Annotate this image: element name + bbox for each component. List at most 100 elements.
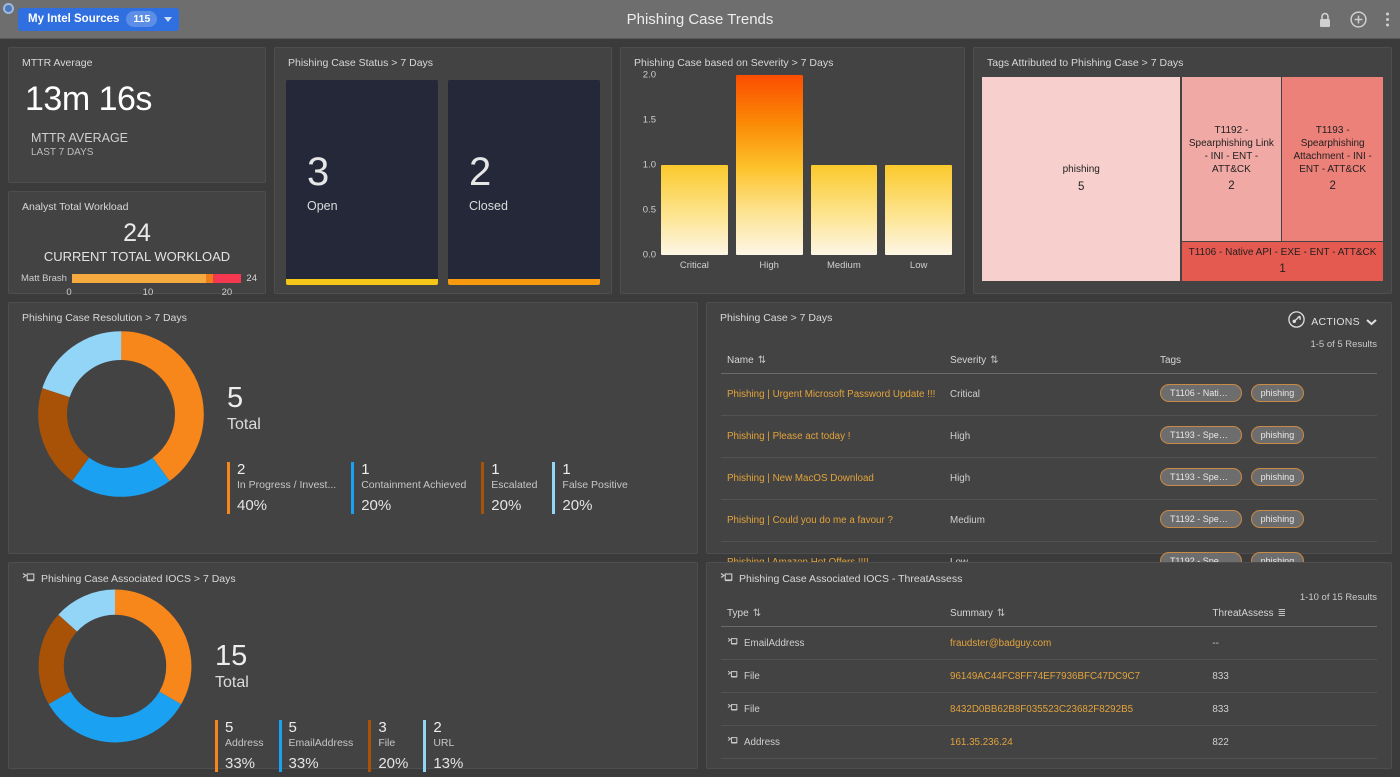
treemap-cell-t1193[interactable]: T1193 - Spearphishing Attachment - INI -… [1282,77,1383,242]
col-header-threatassess-label: ThreatAssess [1212,608,1274,619]
col-header-tags-label: Tags [1159,355,1182,366]
iocs-legend-item-2[interactable]: 3 File 20% [368,720,408,772]
phishing-case-table-panel: Phishing Case > 7 Days ACTIONS 1-5 of 5 … [706,302,1392,584]
workload-bar-segment-c [212,274,242,283]
resolution-legend-item-2[interactable]: 1 Escalated 20% [481,462,537,514]
treemap-cell-t1192[interactable]: T1192 - Spearphishing Link - INI - ENT -… [1182,77,1281,242]
indicator-icon [727,637,738,649]
table-row[interactable]: Address 161.35.236.24 822 [721,725,1377,759]
severity-bar-wrap-critical[interactable] [661,75,728,255]
tag-pill[interactable]: T1193 - Spearphi... [1159,468,1242,486]
ioc-summary-link[interactable]: 8432D0BB62B8F035523C23682F8292B5 [950,704,1133,715]
iocs-legend-item-1[interactable]: 5 EmailAddress 33% [278,719,354,772]
resolution-legend-item-1[interactable]: 1 Containment Achieved 20% [351,462,466,514]
resolution-legend-name-1: Containment Achieved [361,479,467,491]
resolution-legend-name-0: In Progress / Invest... [237,479,337,491]
severity-xtick-high: High [759,260,779,271]
col-header-name[interactable]: Name ⇅ [721,350,945,374]
resolution-legend-pct-0: 40% [237,497,268,514]
tag-pill[interactable]: phishing [1250,510,1305,528]
sort-icon: ⇅ [757,355,767,366]
table-row[interactable]: File 8432D0BB62B8F035523C23682F8292B5 83… [721,692,1377,726]
table-row[interactable]: URI https://web8874.web07.bero-webspace.… [721,758,1377,768]
actions-button[interactable]: ACTIONS [1288,303,1391,333]
iocs-donut-chart[interactable] [31,582,199,750]
iocs-legend-count-2: 3 [378,719,387,736]
ioc-summary-cell: fraudster@badguy.com [944,626,1207,660]
iocs-body: 15 Total 5 Address 33% 5 EmailAddress 33… [9,586,697,772]
resolution-legend-item-3[interactable]: 1 False Positive 20% [552,462,628,514]
page-title: Phishing Case Trends [626,11,774,28]
tag-pill[interactable]: T1193 - Spearphi... [1159,426,1242,444]
table-row[interactable]: Phishing | Please act today ! High T1193… [721,415,1377,458]
resolution-donut-chart[interactable] [31,324,211,504]
intel-sources-selector[interactable]: My Intel Sources 115 [18,7,180,31]
severity-xtick-low: Low [909,260,928,271]
severity-ytick-0: 0.0 [642,249,656,261]
col-header-severity[interactable]: Severity ⇅ [944,350,1154,374]
more-vertical-icon[interactable] [1385,11,1390,28]
col-header-name-label: Name [727,355,754,366]
iocs-legend-count-1: 5 [288,719,297,736]
workload-bar-segment-b [205,274,213,283]
case-name-link[interactable]: Phishing | Could you do me a favour ? [727,515,893,526]
iocs-legend-item-0[interactable]: 5 Address 33% [215,720,264,772]
ioc-summary-link[interactable]: 161.35.236.24 [950,737,1013,748]
table-row[interactable]: Phishing | New MacOS Download High T1193… [721,457,1377,500]
resolution-legend-item-0[interactable]: 2 In Progress / Invest... 40% [227,462,336,514]
tag-pill[interactable]: T1192 - Spearphi... [1159,510,1242,528]
ioc-summary-link[interactable]: 96149AC44FC8FF74EF7936BFC47DC9C7 [950,671,1140,682]
case-name-link[interactable]: Phishing | New MacOS Download [727,473,874,484]
treemap-cell-t1106[interactable]: T1106 - Native API - EXE - ENT - ATT&CK … [1182,242,1383,281]
dashboard-row-3: Phishing Case Associated IOCS > 7 Days 1… [8,562,1392,772]
severity-y-axis: 0.0 0.5 1.0 1.5 2.0 [631,70,659,261]
tag-pill[interactable]: phishing [1250,426,1305,444]
phishing-table-title: Phishing Case > 7 Days [720,312,833,324]
table-row[interactable]: Phishing | Urgent Microsoft Password Upd… [721,373,1377,416]
iocs-legend-item-3[interactable]: 2 URL 13% [423,720,463,772]
mttr-average-panel: MTTR Average 13m 16s MTTR AVERAGE LAST 7… [8,47,266,183]
ioc-type-cell: Address [721,725,945,759]
ioc-score-cell: 833 [1206,692,1377,726]
resolution-legend-count-0: 2 [237,461,246,478]
severity-bar-wrap-low[interactable] [885,75,952,255]
severity-bar-wrap-high[interactable] [735,75,803,255]
phishing-table-header-bar: Phishing Case > 7 Days ACTIONS 1-5 of 5 … [707,303,1391,350]
case-name-cell: Phishing | Please act today ! [721,415,945,458]
ioc-summary-cell: https://web8874.web07.bero-webspace.de/K… [944,758,1207,768]
table-row[interactable]: EmailAddress fraudster@badguy.com -- [721,626,1377,660]
iocs-legend-name-1: EmailAddress [288,737,354,749]
lock-icon[interactable] [1318,12,1332,28]
status-open-label: Open [307,199,338,213]
left-column: MTTR Average 13m 16s MTTR AVERAGE LAST 7… [8,47,266,298]
iocs-legend-pct-2: 20% [378,755,409,772]
status-card-open[interactable]: 3 Open [286,80,438,285]
dashboard-row-2: Phishing Case Resolution > 7 Days 5 Tota… [8,302,1392,584]
treemap-cell-phishing[interactable]: phishing 5 [982,77,1181,281]
workload-bar-segment-a [71,274,206,283]
col-header-summary[interactable]: Summary ⇅ [944,603,1207,627]
severity-bar-wrap-medium[interactable] [810,75,878,255]
case-name-link[interactable]: Phishing | Please act today ! [727,431,850,442]
col-header-threatassess[interactable]: ThreatAssess ≣ [1206,603,1377,627]
add-circle-icon[interactable] [1350,11,1367,28]
tag-pill[interactable]: T1106 - Native AP... [1159,384,1242,402]
case-tags-cell: T1106 - Native AP... phishing [1153,373,1377,416]
table-row[interactable]: File 96149AC44FC8FF74EF7936BFC47DC9C7 83… [721,659,1377,693]
status-card-closed[interactable]: 2 Closed [448,80,600,285]
tag-pill[interactable]: phishing [1250,384,1305,402]
ioc-summary-link[interactable]: fraudster@badguy.com [950,638,1051,649]
threatassess-title-text: Phishing Case Associated IOCS - ThreatAs… [739,573,963,585]
table-row[interactable]: Phishing | Could you do me a favour ? Me… [721,499,1377,542]
playbook-icon [1288,311,1305,333]
tag-pill[interactable]: phishing [1250,468,1305,486]
case-name-link[interactable]: Phishing | Urgent Microsoft Password Upd… [727,389,935,400]
phishing-table-actions-block: ACTIONS 1-5 of 5 Results [1288,303,1391,350]
col-header-type[interactable]: Type ⇅ [721,603,945,627]
iocs-legend-pct-1: 33% [288,755,319,772]
sort-icon: ⇅ [996,608,1006,619]
workload-bar-track [71,274,242,283]
workload-axis: 0 10 20 [66,287,257,301]
mttr-panel-title: MTTR Average [22,57,93,69]
iocs-legend-name-2: File [378,737,396,749]
